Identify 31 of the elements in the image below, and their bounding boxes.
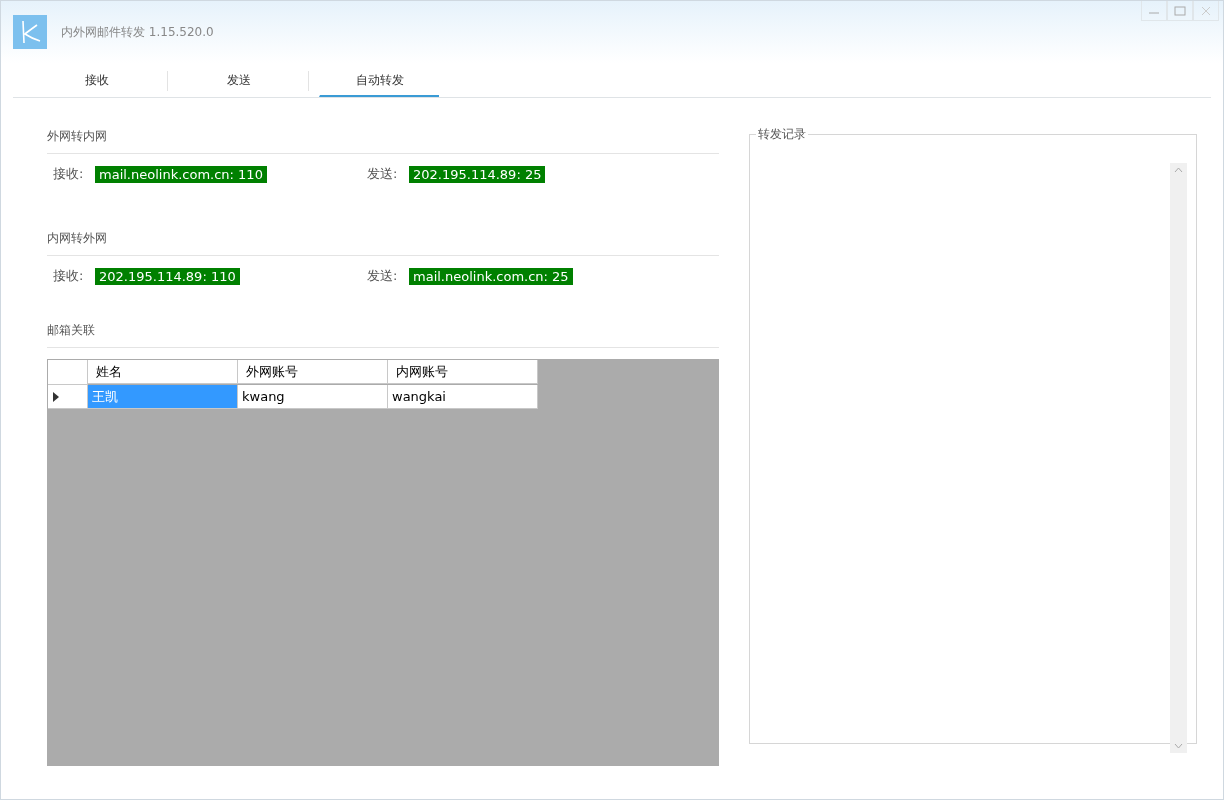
section-title: 外网转内网 xyxy=(47,128,720,154)
tab[interactable]: 自动转发 xyxy=(319,65,439,97)
column-header[interactable]: 外网账号 xyxy=(238,360,388,384)
k-logo-icon xyxy=(13,15,47,49)
table-cell[interactable]: kwang xyxy=(238,385,388,409)
close-button[interactable] xyxy=(1193,1,1219,21)
field-label: 发送: xyxy=(367,267,399,285)
maximize-button[interactable] xyxy=(1167,1,1193,21)
minimize-button[interactable] xyxy=(1141,1,1167,21)
tab[interactable]: 接收 xyxy=(37,65,157,97)
server-value: 202.195.114.89: 110 xyxy=(95,267,240,285)
tab[interactable]: 发送 xyxy=(178,65,298,97)
server-value: mail.neolink.com.cn: 110 xyxy=(95,165,267,183)
table-cell[interactable]: wangkai xyxy=(388,385,538,409)
scroll-down-icon[interactable] xyxy=(1174,743,1183,749)
maximize-icon xyxy=(1174,5,1186,16)
field-label: 接收: xyxy=(53,165,85,183)
panel-title: 转发记录 xyxy=(757,126,808,143)
field-label: 接收: xyxy=(53,267,85,285)
server-value: mail.neolink.com.cn: 25 xyxy=(409,267,573,285)
column-header[interactable]: 内网账号 xyxy=(388,360,538,384)
column-header[interactable]: 姓名 xyxy=(88,360,238,384)
section-title: 内网转外网 xyxy=(47,230,720,256)
window-title: 内外网邮件转发 1.15.520.0 xyxy=(61,23,214,41)
field-label: 发送: xyxy=(367,165,399,183)
server-value: 202.195.114.89: 25 xyxy=(409,165,546,183)
section-title: 邮箱关联 xyxy=(47,322,720,348)
close-icon xyxy=(1201,5,1211,16)
scroll-up-icon[interactable] xyxy=(1174,167,1183,173)
corner-header xyxy=(48,360,88,385)
row-header[interactable] xyxy=(48,385,88,409)
